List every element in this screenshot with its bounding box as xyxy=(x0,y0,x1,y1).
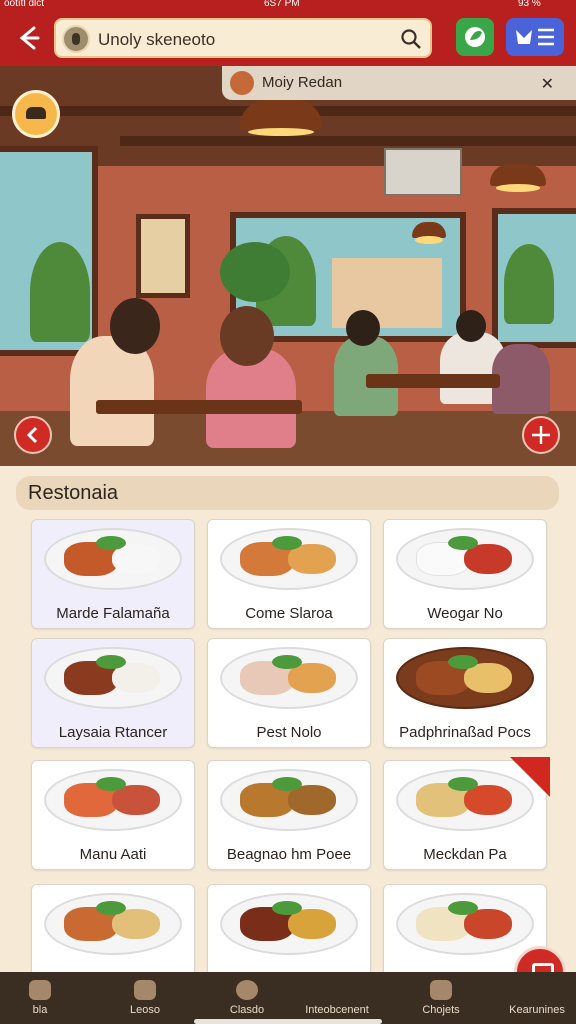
right-window xyxy=(492,208,576,348)
diner-head xyxy=(456,310,486,342)
bag-icon xyxy=(430,980,452,1000)
dish-card[interactable]: Marde Falamaña xyxy=(31,519,195,629)
dish-image xyxy=(396,769,534,831)
pendant-lamp xyxy=(412,222,446,244)
status-time: 6S7 PM xyxy=(264,0,300,9)
menu-icon xyxy=(516,28,554,46)
nav-label: Chojets xyxy=(422,1004,460,1016)
section-title: Restonaia xyxy=(28,482,119,504)
dish-image xyxy=(44,647,182,709)
nav-item-leoso[interactable]: Leoso xyxy=(110,972,180,1024)
blank-icon xyxy=(326,980,348,1000)
section-header: Restonaia xyxy=(16,476,559,510)
dish-image xyxy=(396,647,534,709)
prev-photo-button[interactable] xyxy=(14,416,52,454)
air-conditioner xyxy=(384,148,462,196)
nav-label: Kearunines xyxy=(509,1004,565,1016)
dish-image xyxy=(220,647,358,709)
nav-item-inteobcenent[interactable]: Inteobcenent xyxy=(296,972,378,1024)
top-bar: Unoly skeneoto xyxy=(0,10,576,66)
back-button[interactable] xyxy=(12,22,44,54)
dish-image xyxy=(396,893,534,955)
dish-card[interactable]: Pest Nolo xyxy=(207,638,371,748)
pendant-lamp xyxy=(240,100,322,136)
dish-image xyxy=(220,528,358,590)
bottom-nav: bla Leoso Clasdo Inteobcenent Chojets Ke… xyxy=(0,972,576,1024)
dish-card[interactable]: Padphrinaßad Pocs xyxy=(383,638,547,748)
left-window xyxy=(0,146,98,356)
dish-image xyxy=(44,528,182,590)
nav-label: Leoso xyxy=(130,1004,160,1016)
dish-image xyxy=(44,769,182,831)
dining-table xyxy=(366,374,500,388)
move-icon xyxy=(532,426,550,444)
bread-icon xyxy=(230,71,254,95)
logo-icon xyxy=(62,25,90,53)
dish-label: Laysaia Rtancer xyxy=(58,724,168,741)
leaf-button[interactable] xyxy=(456,18,494,56)
dish-label: Beagnao hm Poee xyxy=(226,846,352,863)
palm-tree xyxy=(504,244,554,324)
dish-image xyxy=(396,528,534,590)
avatar[interactable] xyxy=(12,90,60,138)
indoor-plant xyxy=(220,242,290,302)
dish-card[interactable]: Come Slaroa xyxy=(207,519,371,629)
nav-item-bla[interactable]: bla xyxy=(8,972,72,1024)
restaurant-name: Moiy Redan xyxy=(262,74,343,91)
dish-label: Marde Falamaña xyxy=(56,605,170,622)
diner-head xyxy=(346,310,380,346)
nav-item-kearunines[interactable]: Kearunines xyxy=(500,972,574,1024)
dish-card[interactable]: Manu Aati xyxy=(31,760,195,870)
status-bar: ootıtl dlct 6S7 PM 93 % xyxy=(0,0,576,10)
dish-label: Weogar No xyxy=(427,605,503,622)
blank-icon xyxy=(526,980,548,1000)
restaurant-name-bar[interactable]: Moiy Redan ✕ xyxy=(222,66,576,100)
nav-item-chojets[interactable]: Chojets xyxy=(406,972,476,1024)
dish-image xyxy=(220,769,358,831)
ceiling-beam xyxy=(120,136,576,146)
dish-label: Pest Nolo xyxy=(256,724,322,741)
diner-head xyxy=(220,306,274,366)
chat-icon xyxy=(29,980,51,1000)
dish-image xyxy=(220,893,358,955)
hero-image xyxy=(0,66,576,466)
nav-item-clasdo[interactable]: Clasdo xyxy=(212,972,282,1024)
cross-icon[interactable]: ✕ xyxy=(541,74,554,94)
dish-image xyxy=(44,893,182,955)
move-button[interactable] xyxy=(522,416,560,454)
dish-card[interactable]: Beagnao hm Poee xyxy=(207,760,371,870)
status-carrier: ootıtl dlct xyxy=(4,0,45,9)
dish-icon xyxy=(236,980,258,1000)
magnifier-icon[interactable] xyxy=(400,28,422,50)
app-root: ootıtl dlct 6S7 PM 93 % Unoly skeneoto M… xyxy=(0,0,576,1024)
nav-label: Clasdo xyxy=(229,1004,265,1016)
menu-button[interactable] xyxy=(506,18,564,56)
dish-card[interactable]: Meckdan Pa xyxy=(383,757,550,870)
leaf-icon xyxy=(465,27,485,47)
search-bar[interactable]: Unoly skeneoto xyxy=(54,18,432,58)
dish-label: Meckdan Pa xyxy=(423,846,507,863)
dish-label: Padphrinaßad Pocs xyxy=(399,724,531,741)
home-indicator[interactable] xyxy=(194,1019,382,1024)
wall-painting xyxy=(136,214,190,298)
status-battery: 93 % xyxy=(518,0,541,9)
dining-table xyxy=(96,400,302,414)
palm-tree xyxy=(30,242,90,342)
chevron-left-icon xyxy=(26,426,38,444)
search-input[interactable]: Unoly skeneoto xyxy=(98,30,215,50)
nav-label: Inteobcenent xyxy=(305,1004,369,1016)
dish-label: Manu Aati xyxy=(79,846,147,863)
nav-label: bla xyxy=(32,1004,48,1016)
dish-label: Come Slaroa xyxy=(245,605,333,622)
back-arrow-icon xyxy=(19,26,40,50)
pendant-lamp xyxy=(490,164,546,192)
diner-head xyxy=(110,298,160,354)
dish-card[interactable]: Weogar No xyxy=(383,519,547,629)
diner xyxy=(492,344,550,414)
box-icon xyxy=(134,980,156,1000)
dish-card[interactable]: Laysaia Rtancer xyxy=(31,638,195,748)
